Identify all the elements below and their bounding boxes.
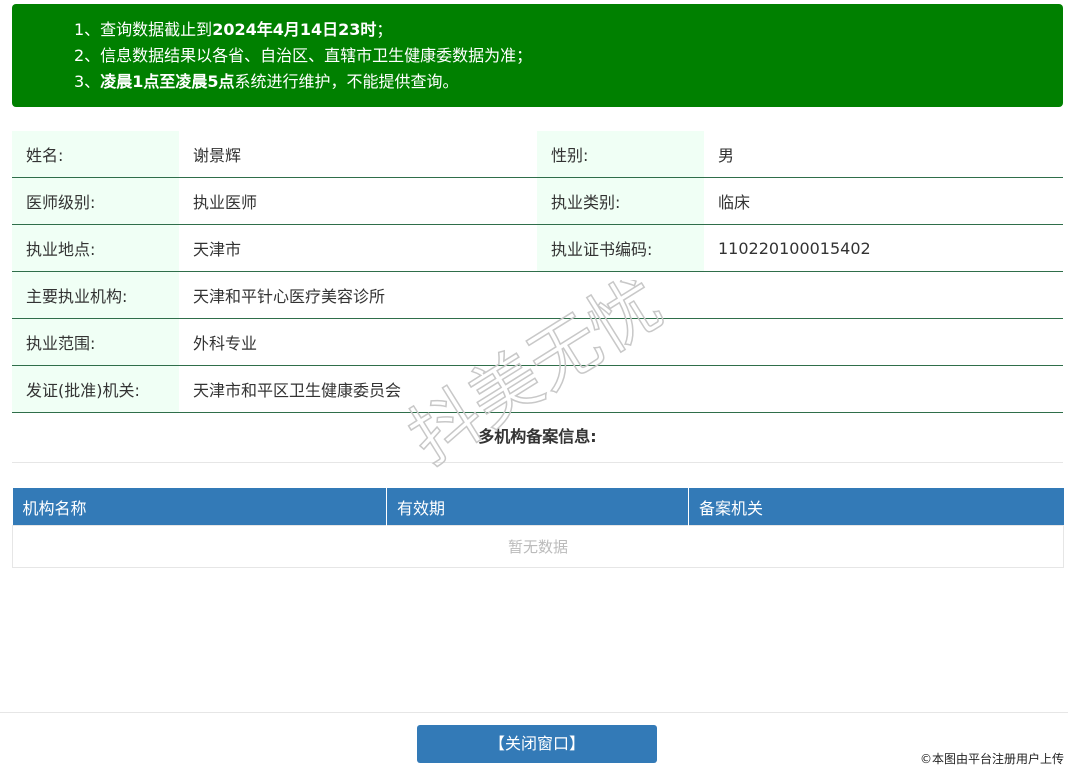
gender-value: 男 <box>704 131 1063 178</box>
notice-banner: 1、查询数据截止到2024年4月14日23时； 2、信息数据结果以各省、自治区、… <box>12 4 1063 107</box>
upload-credit: ©本图由平台注册用户上传 <box>919 752 1064 766</box>
column-filing-authority: 备案机关 <box>688 488 1064 526</box>
org-value: 天津和平针心医疗美容诊所 <box>179 271 1063 319</box>
name-label: 姓名: <box>12 131 179 178</box>
info-row: 执业地点: 天津市 执业证书编码: 110220100015402 <box>12 224 1063 272</box>
notice-maintenance-time: 凌晨1点至凌晨5点 <box>100 72 235 91</box>
level-value: 执业医师 <box>179 177 537 225</box>
category-label: 执业类别: <box>537 177 704 225</box>
notice-line-3: 3、凌晨1点至凌晨5点系统进行维护，不能提供查询。 <box>74 72 459 91</box>
info-row: 医师级别: 执业医师 执业类别: 临床 <box>12 177 1063 225</box>
issuer-label: 发证(批准)机关: <box>12 365 179 413</box>
name-value: 谢景辉 <box>179 131 537 178</box>
level-label: 医师级别: <box>12 177 179 225</box>
category-value: 临床 <box>704 177 1063 225</box>
column-validity: 有效期 <box>386 488 689 526</box>
location-value: 天津市 <box>179 224 537 272</box>
notice-line-2: 2、信息数据结果以各省、自治区、直辖市卫生健康委数据为准； <box>74 46 533 65</box>
cert-value: 110220100015402 <box>704 224 1063 272</box>
multi-org-title: 多机构备案信息: <box>12 412 1063 463</box>
cert-label: 执业证书编码: <box>537 224 704 272</box>
column-org-name: 机构名称 <box>12 488 387 526</box>
close-window-button[interactable]: 【关闭窗口】 <box>417 725 657 763</box>
table-row: 暂无数据 <box>12 525 1064 568</box>
empty-placeholder: 暂无数据 <box>12 525 1064 568</box>
info-row: 执业范围: 外科专业 <box>12 318 1063 366</box>
info-row: 发证(批准)机关: 天津市和平区卫生健康委员会 <box>12 365 1063 413</box>
notice-line-1: 1、查询数据截止到2024年4月14日23时； <box>74 20 393 39</box>
gender-label: 性别: <box>537 131 704 178</box>
doctor-info-table: 姓名: 谢景辉 性别: 男 医师级别: 执业医师 执业类别: 临床 执业地点: … <box>12 131 1063 413</box>
issuer-value: 天津市和平区卫生健康委员会 <box>179 365 1063 413</box>
footer-divider <box>0 712 1068 713</box>
scope-label: 执业范围: <box>12 318 179 366</box>
table-header-row: 机构名称 有效期 备案机关 <box>12 488 1064 526</box>
info-row: 姓名: 谢景辉 性别: 男 <box>12 131 1063 178</box>
scope-value: 外科专业 <box>179 318 1063 366</box>
info-row: 主要执业机构: 天津和平针心医疗美容诊所 <box>12 271 1063 319</box>
notice-deadline: 2024年4月14日23时 <box>212 20 377 39</box>
org-label: 主要执业机构: <box>12 271 179 319</box>
location-label: 执业地点: <box>12 224 179 272</box>
multi-org-table: 机构名称 有效期 备案机关 暂无数据 <box>12 488 1064 568</box>
